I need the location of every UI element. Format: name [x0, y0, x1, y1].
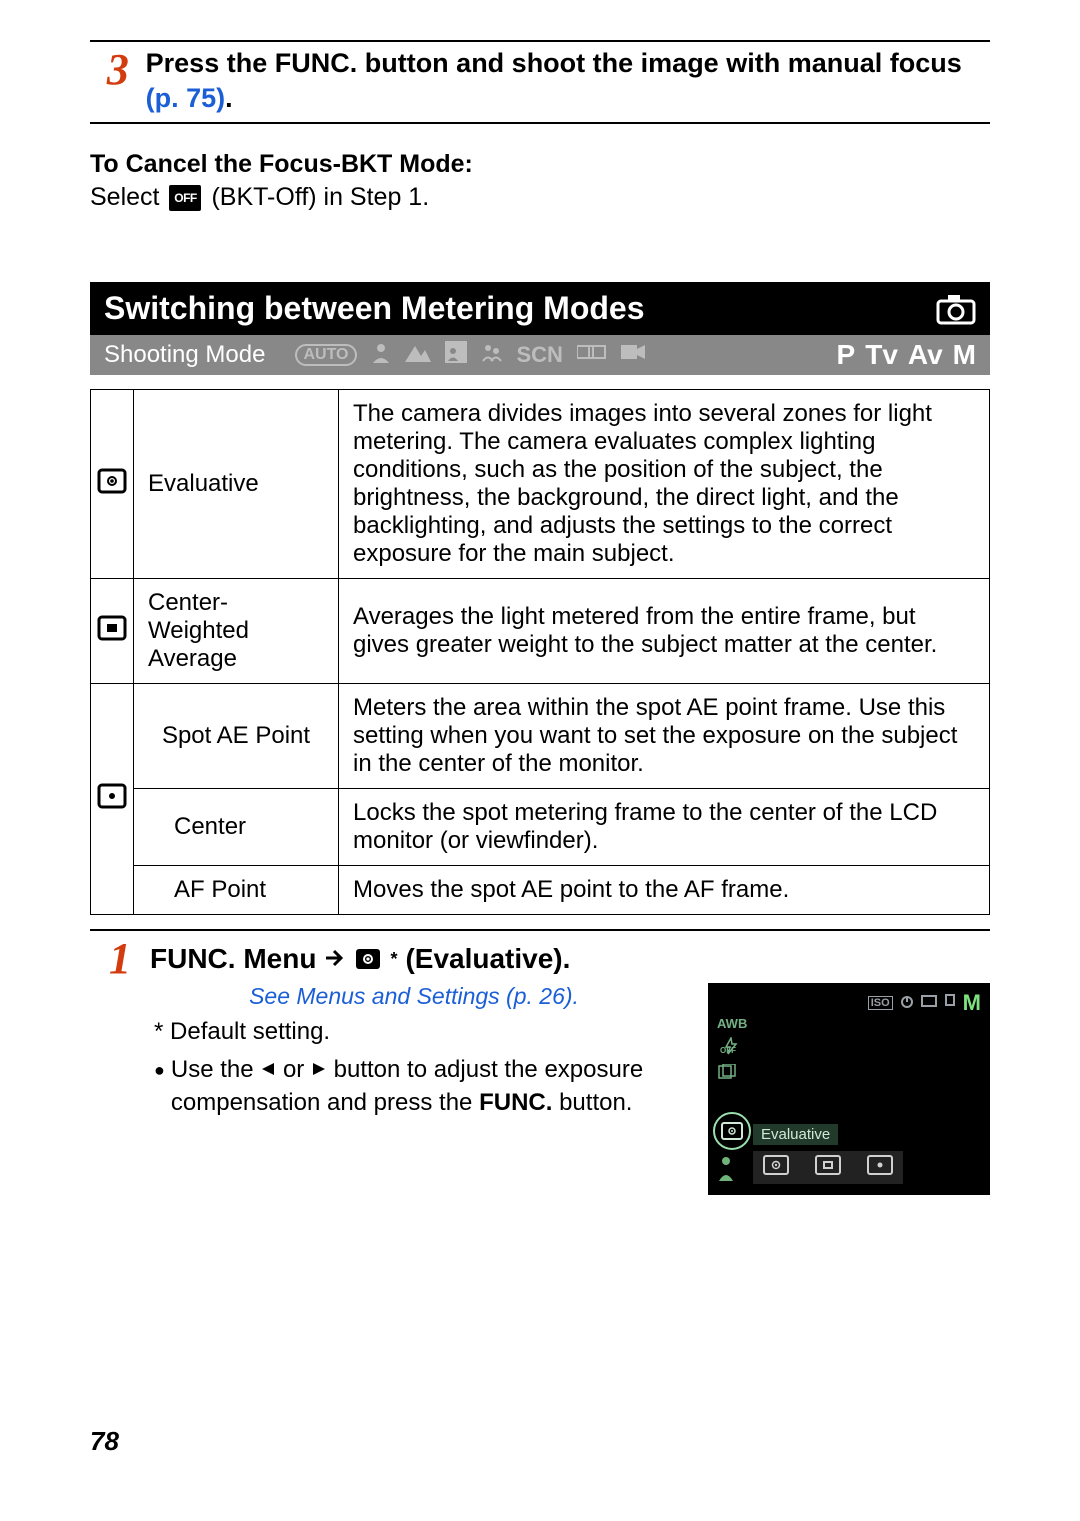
section-heading-bar: Switching between Metering Modes [90, 282, 990, 335]
evaluative-name: Evaluative [134, 390, 339, 579]
step-1-heading: 1 FUNC. Menu * (Evaluative). [90, 937, 990, 981]
cancel-before: Select [90, 183, 159, 212]
scn-mode-label: SCN [517, 342, 563, 368]
kids-pets-icon [481, 341, 503, 369]
step-1-text: FUNC. Menu * (Evaluative). [150, 943, 570, 975]
func-bold: FUNC. [479, 1089, 552, 1116]
mode-letters: P Tv Av M [837, 339, 976, 371]
shooting-mode-bar: Shooting Mode AUTO SCN P [90, 335, 990, 375]
flash-off-icon: OFF [717, 1037, 745, 1058]
func-menu-label: FUNC. Menu [150, 943, 316, 975]
drive-icon [717, 1064, 745, 1083]
timer-icon [899, 993, 915, 1014]
person-icon [715, 1154, 737, 1188]
table-row: Center Locks the spot metering frame to … [91, 789, 990, 866]
see-menus-link[interactable]: See Menus and Settings (p. 26). [154, 983, 674, 1010]
center-desc: Locks the spot metering frame to the cen… [339, 789, 990, 866]
evaluative-desc: The camera divides images into several z… [339, 390, 990, 579]
bullet-text: Use the or button to adjust the exposure… [171, 1054, 708, 1119]
bullet-before: Use the [171, 1056, 260, 1083]
shooting-mode-label: Shooting Mode [104, 341, 265, 369]
mode-m: M [953, 339, 976, 371]
evaluative-icon-cell [91, 390, 134, 579]
right-triangle-icon [311, 1054, 327, 1086]
table-row: Spot AE Point Meters the area within the… [91, 684, 990, 789]
svg-text:OFF: OFF [720, 1046, 736, 1055]
selected-metering-label: Evaluative [753, 1124, 838, 1145]
center-name: Center [134, 789, 339, 866]
step-3-text: Press the FUNC. button and shoot the ima… [146, 46, 990, 116]
bullet-icon: ● [154, 1054, 165, 1119]
landscape-mode-icon [405, 342, 431, 368]
step-1-body: See Menus and Settings (p. 26). * Defaul… [90, 983, 990, 1195]
center-weighted-icon [97, 615, 127, 641]
afpoint-desc: Moves the spot AE point to the AF frame. [339, 866, 990, 915]
mode-icons-row: AUTO SCN [295, 341, 836, 369]
table-row: Center-Weighted Average Averages the lig… [91, 579, 990, 684]
bullet-mid: or [283, 1056, 311, 1083]
evaluative-icon-lcd [721, 1122, 743, 1140]
arrow-right-icon [324, 943, 346, 975]
awb-icon: AWB [717, 1016, 745, 1031]
center-weighted-name: Center-Weighted Average [134, 579, 339, 684]
portrait-mode-icon [371, 341, 391, 369]
auto-mode-icon: AUTO [295, 344, 356, 366]
option-evaluative-icon [763, 1155, 789, 1180]
step3-period: . [225, 83, 233, 113]
section-title: Switching between Metering Modes [104, 290, 645, 327]
step-1-left-column: See Menus and Settings (p. 26). * Defaul… [90, 983, 708, 1195]
manual-page: 3 Press the FUNC. button and shoot the i… [0, 0, 1080, 1521]
afpoint-name: AF Point [134, 866, 339, 915]
step-1-number: 1 [90, 937, 150, 981]
mode-av: Av [908, 339, 943, 371]
metering-table: Evaluative The camera divides images int… [90, 389, 990, 915]
mode-p: P [837, 339, 856, 371]
cancel-heading: To Cancel the Focus-BKT Mode: [90, 150, 990, 179]
selected-metering-ring [713, 1112, 751, 1150]
page-75-link[interactable]: (p. 75) [146, 83, 226, 113]
option-spot-icon [867, 1155, 893, 1180]
option-center-weighted-icon [815, 1155, 841, 1180]
lcd-bottom-options [753, 1151, 903, 1184]
footnote-star: * [390, 949, 397, 970]
page-number: 78 [90, 1426, 119, 1457]
spot-icon-cell [91, 684, 134, 915]
evaluative-icon [97, 468, 127, 494]
step3-part2: button and shoot the image with manual f… [357, 48, 962, 78]
step3-func: FUNC. [275, 48, 358, 78]
rect-icon [921, 994, 937, 1012]
table-row: AF Point Moves the spot AE point to the … [91, 866, 990, 915]
cancel-after: (BKT-Off) in Step 1. [211, 183, 429, 212]
spot-ae-desc: Meters the area within the spot AE point… [339, 684, 990, 789]
single-icon [943, 994, 957, 1013]
step-1-section: 1 FUNC. Menu * (Evaluative). See Menus a… [90, 929, 990, 1195]
camera-lcd-preview: ISO M AWB OFF [708, 983, 990, 1195]
center-weighted-icon-cell [91, 579, 134, 684]
default-setting-note: * Default setting. [154, 1018, 708, 1046]
mode-m-display: M [963, 990, 981, 1016]
bullet-end: button. [559, 1089, 632, 1116]
evaluative-label: (Evaluative). [405, 943, 570, 975]
step-3-number: 3 [90, 46, 146, 92]
lcd-left-column: AWB OFF [717, 1016, 745, 1083]
lcd-top-right: ISO M [868, 990, 981, 1016]
left-triangle-icon [260, 1054, 276, 1086]
night-portrait-icon [445, 341, 467, 369]
mode-tv: Tv [865, 339, 898, 371]
camera-icon [936, 293, 976, 325]
movie-icon [621, 342, 645, 368]
stitch-icon [577, 342, 607, 368]
evaluative-icon-small [354, 947, 382, 971]
step-3-box: 3 Press the FUNC. button and shoot the i… [90, 40, 990, 124]
step-1-bullet: ● Use the or button to adjust the exposu… [154, 1054, 708, 1119]
iso-icon: ISO [868, 996, 893, 1010]
cancel-instruction: Select OFF (BKT-Off) in Step 1. [90, 183, 990, 212]
table-row: Evaluative The camera divides images int… [91, 390, 990, 579]
spot-ae-name: Spot AE Point [134, 684, 339, 789]
spot-icon [97, 783, 127, 809]
step3-part1: Press the [146, 48, 275, 78]
center-weighted-desc: Averages the light metered from the enti… [339, 579, 990, 684]
bkt-off-icon: OFF [169, 185, 201, 211]
